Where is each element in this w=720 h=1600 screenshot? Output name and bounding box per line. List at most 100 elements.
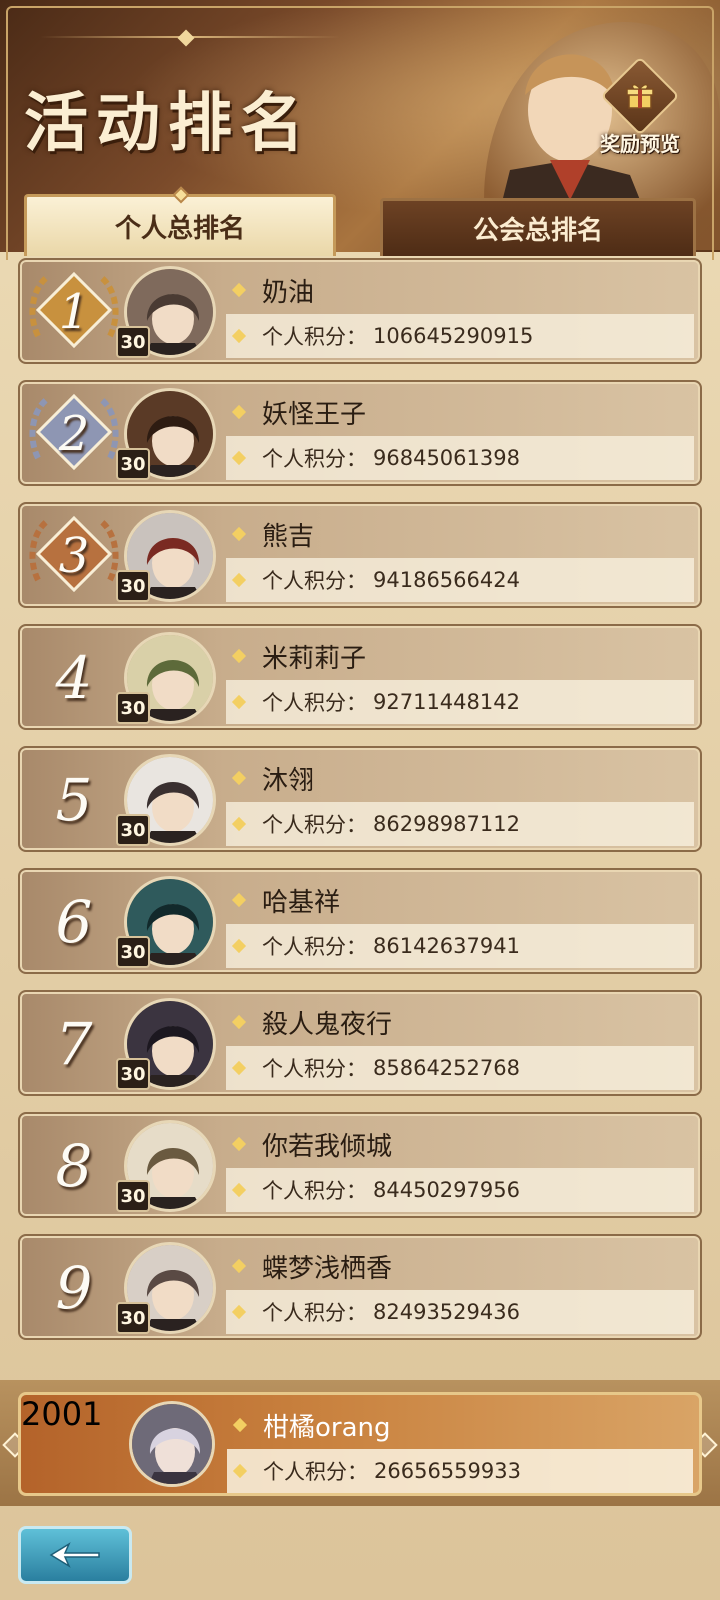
rank-number: 7	[55, 1010, 93, 1078]
diamond-bullet-icon	[231, 328, 247, 344]
player-name-line: 哈基祥	[226, 878, 694, 922]
player-name-line: 米莉莉子	[226, 634, 694, 678]
ranking-row[interactable]: 7 30 殺人鬼夜行个人积分： 85864252768	[18, 990, 702, 1096]
diamond-bullet-icon	[231, 1182, 247, 1198]
diamond-bullet-icon	[231, 450, 247, 466]
rank-number: 1	[58, 284, 90, 340]
score-label: 个人积分：	[262, 447, 367, 471]
diamond-bullet-icon	[231, 892, 247, 908]
laurel-medal-icon: 1	[24, 266, 124, 358]
player-score: 106645290915	[373, 324, 534, 348]
rank-number: 5	[55, 766, 93, 834]
score-label: 个人积分：	[262, 935, 367, 959]
player-score-line: 个人积分： 84450297956	[226, 1168, 694, 1212]
player-name-line: 柑橘orang	[227, 1403, 693, 1447]
level-badge: 30	[116, 814, 150, 846]
player-score-line: 个人积分： 96845061398	[226, 436, 694, 480]
diamond-bullet-icon	[231, 1258, 247, 1274]
avatar[interactable]	[129, 1401, 215, 1487]
level-badge: 30	[116, 1180, 150, 1212]
player-score: 82493529436	[373, 1300, 520, 1324]
player-score-line: 个人积分： 92711448142	[226, 680, 694, 724]
score-label: 个人积分：	[263, 1460, 368, 1484]
laurel-medal-icon: 2	[24, 388, 124, 480]
score-label: 个人积分：	[262, 1179, 367, 1203]
ranking-row[interactable]: 1 30 奶油个人积分： 106645290915	[18, 258, 702, 364]
tab-personal-ranking[interactable]: 个人总排名	[24, 186, 336, 256]
score-label: 个人积分：	[262, 1301, 367, 1325]
back-arrow-icon	[49, 1542, 100, 1568]
ranking-row[interactable]: 3 30 熊吉个人积分： 94186566424	[18, 502, 702, 608]
player-score-line: 个人积分： 86298987112	[226, 802, 694, 846]
score-label: 个人积分：	[262, 325, 367, 349]
player-score-line: 个人积分： 94186566424	[226, 558, 694, 602]
player-name: 米莉莉子	[262, 643, 367, 674]
ranking-row[interactable]: 9 30 蝶梦浅栖香个人积分： 82493529436	[18, 1234, 702, 1340]
back-button[interactable]	[18, 1526, 132, 1584]
my-rank-row[interactable]: 2001 柑橘orang 个人积分： 26656559933	[18, 1392, 702, 1496]
ranking-tabs: 个人总排名 公会总排名	[24, 186, 696, 258]
tab-guild-ranking[interactable]: 公会总排名	[380, 198, 696, 256]
rank-number: 9	[55, 1254, 93, 1322]
player-score: 26656559933	[374, 1459, 521, 1483]
player-score-line: 个人积分： 26656559933	[227, 1449, 693, 1493]
diamond-bullet-icon	[231, 694, 247, 710]
player-name: 奶油	[262, 277, 315, 308]
score-label: 个人积分：	[262, 813, 367, 837]
score-label: 个人积分：	[262, 1057, 367, 1081]
diamond-bullet-icon	[231, 1304, 247, 1320]
player-name: 你若我倾城	[262, 1131, 393, 1162]
player-score-line: 个人积分： 86142637941	[226, 924, 694, 968]
player-name-line: 妖怪王子	[226, 390, 694, 434]
player-name-line: 殺人鬼夜行	[226, 1000, 694, 1044]
ranking-row[interactable]: 5 30 沐翎个人积分： 86298987112	[18, 746, 702, 852]
player-name: 殺人鬼夜行	[262, 1009, 393, 1040]
rank-number: 2001	[21, 1395, 103, 1433]
ranking-row[interactable]: 4 30 米莉莉子个人积分： 92711448142	[18, 624, 702, 730]
rank-number: 4	[55, 644, 93, 712]
player-name-line: 熊吉	[226, 512, 694, 556]
diamond-bullet-icon	[231, 1014, 247, 1030]
player-name-line: 蝶梦浅栖香	[226, 1244, 694, 1288]
gift-icon	[600, 56, 680, 136]
tab-label: 个人总排名	[114, 214, 245, 244]
rank-number: 6	[55, 888, 93, 956]
diamond-bullet-icon	[232, 1463, 248, 1479]
diamond-bullet-icon	[231, 404, 247, 420]
diamond-bullet-icon	[231, 770, 247, 786]
score-label: 个人积分：	[262, 569, 367, 593]
player-name: 蝶梦浅栖香	[262, 1253, 393, 1284]
ranking-row[interactable]: 8 30 你若我倾城 个人积分： 84450297956	[18, 1112, 702, 1218]
player-score: 84450297956	[373, 1178, 520, 1202]
rank-number: 2	[58, 406, 90, 462]
player-name: 柑橘orang	[263, 1412, 391, 1443]
level-badge: 30	[116, 326, 150, 358]
player-score: 86142637941	[373, 934, 520, 958]
diamond-bullet-icon	[231, 572, 247, 588]
level-badge: 30	[116, 936, 150, 968]
player-score-line: 个人积分： 85864252768	[226, 1046, 694, 1090]
player-score: 86298987112	[373, 812, 520, 836]
diamond-bullet-icon	[232, 1417, 248, 1433]
level-badge: 30	[116, 570, 150, 602]
player-name: 哈基祥	[262, 887, 341, 918]
ranking-row[interactable]: 2 30 妖怪王子 个人积分： 96845061398	[18, 380, 702, 486]
laurel-medal-icon: 3	[24, 510, 124, 602]
player-name: 沐翎	[262, 765, 315, 796]
level-badge: 30	[116, 448, 150, 480]
player-name: 熊吉	[262, 521, 315, 552]
page-title: 活动排名	[24, 86, 312, 161]
level-badge: 30	[116, 1058, 150, 1090]
score-label: 个人积分：	[262, 691, 367, 715]
player-score: 94186566424	[373, 568, 520, 592]
ranking-row[interactable]: 6 30 哈基祥个人积分： 86142637941	[18, 868, 702, 974]
player-name-line: 沐翎	[226, 756, 694, 800]
reward-preview-button[interactable]: 奖励预览	[588, 56, 692, 168]
level-badge: 30	[116, 1302, 150, 1334]
level-badge: 30	[116, 692, 150, 724]
diamond-bullet-icon	[231, 282, 247, 298]
diamond-bullet-icon	[231, 1136, 247, 1152]
tab-label: 公会总排名	[472, 216, 603, 246]
diamond-bullet-icon	[231, 648, 247, 664]
diamond-bullet-icon	[231, 526, 247, 542]
